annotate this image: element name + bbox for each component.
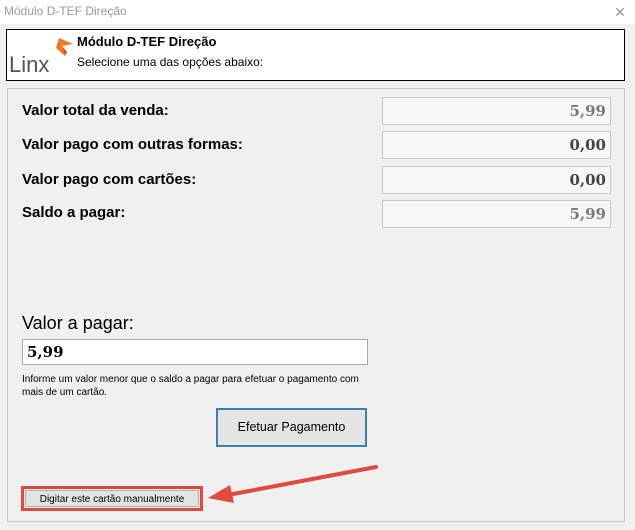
header-banner: Linx Módulo D-TEF Direção Selecione uma … — [6, 29, 625, 81]
cards-paid-label: Valor pago com cartões: — [22, 171, 197, 188]
manual-entry-button[interactable]: Digitar este cartão manualmente — [25, 490, 199, 507]
cards-paid-value: 0,00 — [382, 166, 611, 194]
balance-label: Saldo a pagar: — [22, 204, 126, 221]
amount-to-pay-label: Valor a pagar: — [22, 313, 134, 333]
make-payment-button[interactable]: Efetuar Pagamento — [216, 408, 367, 447]
other-forms-value: 0,00 — [382, 131, 611, 159]
balance-value: 5,99 — [382, 200, 611, 228]
other-forms-label: Valor pago com outras formas: — [22, 136, 243, 153]
title-bar: Módulo D-TEF Direção ✕ — [0, 0, 635, 24]
logo-text: Linx — [9, 52, 49, 77]
window-title: Módulo D-TEF Direção — [4, 4, 127, 18]
header-title: Módulo D-TEF Direção — [77, 34, 217, 49]
header-subtitle: Selecione uma das opções abaixo: — [77, 55, 264, 69]
manual-entry-highlight: Digitar este cartão manualmente — [21, 486, 203, 511]
amount-to-pay-input[interactable]: 5,99 — [22, 339, 368, 365]
linx-logo: Linx — [9, 38, 73, 77]
total-sale-value: 5,99 — [382, 97, 611, 125]
close-icon[interactable]: ✕ — [611, 3, 629, 21]
total-sale-label: Valor total da venda: — [22, 102, 169, 119]
payment-info-text: Informe um valor menor que o saldo a pag… — [22, 374, 359, 398]
